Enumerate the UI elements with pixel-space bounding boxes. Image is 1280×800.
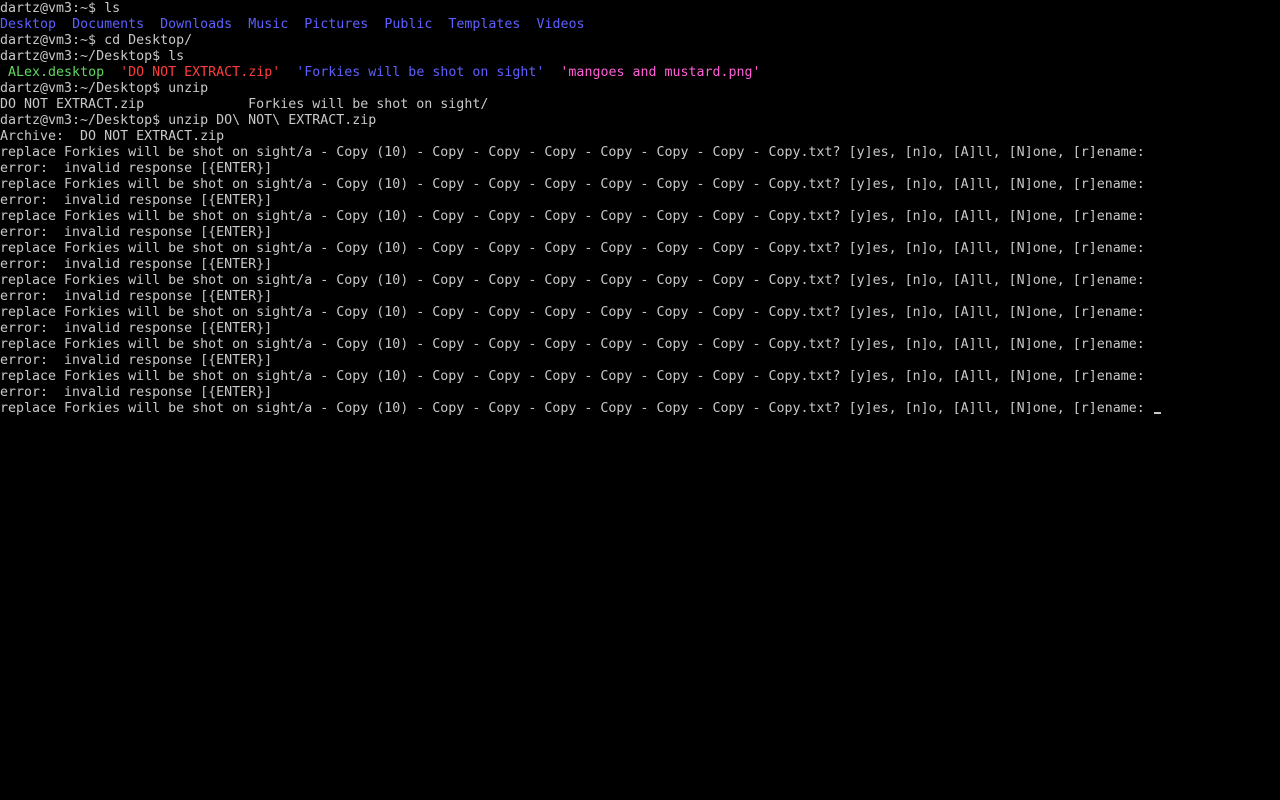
terminal-line: replace Forkies will be shot on sight/a …	[0, 177, 1280, 193]
terminal-line: replace Forkies will be shot on sight/a …	[0, 145, 1280, 161]
terminal-line: replace Forkies will be shot on sight/a …	[0, 273, 1280, 289]
terminal-line: replace Forkies will be shot on sight/a …	[0, 209, 1280, 225]
terminal-text: error: invalid response [{ENTER}]	[0, 225, 273, 240]
terminal-line: replace Forkies will be shot on sight/a …	[0, 305, 1280, 321]
terminal-text: 'mangoes and mustard.png'	[560, 65, 761, 80]
terminal-line: error: invalid response [{ENTER}]	[0, 353, 1280, 369]
terminal-text: replace Forkies will be shot on sight/a …	[0, 145, 1145, 160]
terminal-text: replace Forkies will be shot on sight/a …	[0, 369, 1145, 384]
terminal-line: replace Forkies will be shot on sight/a …	[0, 241, 1280, 257]
terminal-text: Templates	[448, 17, 521, 32]
terminal-line: replace Forkies will be shot on sight/a …	[0, 401, 1280, 417]
terminal-text: Archive: DO NOT EXTRACT.zip	[0, 129, 225, 144]
terminal-text: error: invalid response [{ENTER}]	[0, 321, 273, 336]
terminal-line: replace Forkies will be shot on sight/a …	[0, 369, 1280, 385]
terminal-text: DO NOT EXTRACT.zip Forkies will be shot …	[0, 97, 489, 112]
terminal-line: Desktop Documents Downloads Music Pictur…	[0, 17, 1280, 33]
terminal-text: dartz@vm3:~/Desktop$ unzip DO\ NOT\ EXTR…	[0, 113, 377, 128]
terminal-console[interactable]: dartz@vm3:~$ ls Desktop Documents Downloa…	[0, 0, 1280, 800]
terminal-line: error: invalid response [{ENTER}]	[0, 161, 1280, 177]
terminal-text: error: invalid response [{ENTER}]	[0, 385, 273, 400]
text-cursor	[1153, 412, 1161, 414]
terminal-line: Archive: DO NOT EXTRACT.zip	[0, 129, 1280, 145]
terminal-text: error: invalid response [{ENTER}]	[0, 289, 273, 304]
terminal-text: Documents	[72, 17, 145, 32]
terminal-line: dartz@vm3:~/Desktop$ unzip DO\ NOT\ EXTR…	[0, 113, 1280, 129]
terminal-text: Music	[248, 17, 289, 32]
terminal-text: error: invalid response [{ENTER}]	[0, 353, 273, 368]
terminal-text: dartz@vm3:~/Desktop$ unzip	[0, 81, 209, 96]
terminal-line: error: invalid response [{ENTER}]	[0, 321, 1280, 337]
terminal-text: Desktop	[0, 17, 57, 32]
terminal-text: replace Forkies will be shot on sight/a …	[0, 305, 1145, 320]
terminal-line: DO NOT EXTRACT.zip Forkies will be shot …	[0, 97, 1280, 113]
terminal-line: error: invalid response [{ENTER}]	[0, 257, 1280, 273]
terminal-text: error: invalid response [{ENTER}]	[0, 257, 273, 272]
terminal-text: replace Forkies will be shot on sight/a …	[0, 337, 1145, 352]
terminal-text: error: invalid response [{ENTER}]	[0, 161, 273, 176]
terminal-text: Public	[384, 17, 433, 32]
terminal-text: 'Forkies will be shot on sight'	[296, 65, 545, 80]
terminal-line: dartz@vm3:~/Desktop$ unzip	[0, 81, 1280, 97]
terminal-text: ALex.desktop	[8, 65, 105, 80]
terminal-line: error: invalid response [{ENTER}]	[0, 193, 1280, 209]
terminal-text: dartz@vm3:~$ cd Desktop/	[0, 33, 193, 48]
terminal-line: error: invalid response [{ENTER}]	[0, 385, 1280, 401]
terminal-line: dartz@vm3:~/Desktop$ ls	[0, 49, 1280, 65]
terminal-line: error: invalid response [{ENTER}]	[0, 289, 1280, 305]
terminal-text: replace Forkies will be shot on sight/a …	[0, 209, 1145, 224]
terminal-text: dartz@vm3:~$ ls	[0, 1, 121, 16]
terminal-text: 'DO NOT EXTRACT.zip'	[120, 65, 281, 80]
terminal-line: replace Forkies will be shot on sight/a …	[0, 337, 1280, 353]
terminal-text: replace Forkies will be shot on sight/a …	[0, 177, 1145, 192]
terminal-text: replace Forkies will be shot on sight/a …	[0, 241, 1145, 256]
terminal-text: replace Forkies will be shot on sight/a …	[0, 273, 1145, 288]
terminal-text: Downloads	[160, 17, 233, 32]
terminal-line: dartz@vm3:~$ cd Desktop/	[0, 33, 1280, 49]
terminal-text: Pictures	[304, 17, 369, 32]
terminal-text: Videos	[536, 17, 585, 32]
terminal-line: error: invalid response [{ENTER}]	[0, 225, 1280, 241]
terminal-line: ALex.desktop 'DO NOT EXTRACT.zip' 'Forki…	[0, 65, 1280, 81]
terminal-text: error: invalid response [{ENTER}]	[0, 193, 273, 208]
terminal-text: dartz@vm3:~/Desktop$ ls	[0, 49, 185, 64]
terminal-text: replace Forkies will be shot on sight/a …	[0, 401, 1153, 416]
terminal-line: dartz@vm3:~$ ls	[0, 1, 1280, 17]
